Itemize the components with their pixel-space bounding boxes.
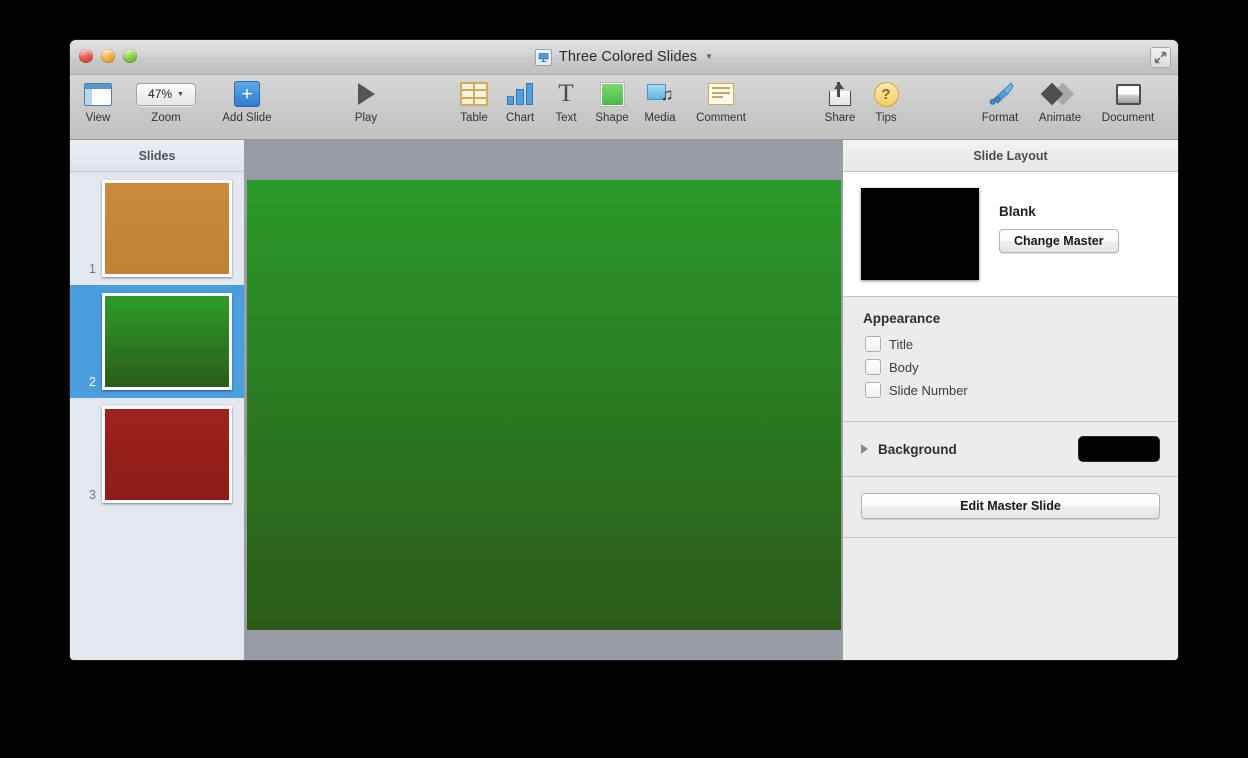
appearance-slide-number-row[interactable]: Slide Number xyxy=(865,382,1160,398)
bar-chart-icon xyxy=(507,79,533,109)
toolbar-tips-button[interactable]: ? Tips xyxy=(854,79,918,124)
zoom-window-button[interactable] xyxy=(123,49,137,63)
slide-list-item-1[interactable]: 1 xyxy=(70,172,244,285)
toolbar-zoom-control[interactable]: 47% ▼ Zoom xyxy=(134,79,198,124)
appearance-title-row[interactable]: Title xyxy=(865,336,1160,352)
fullscreen-button[interactable] xyxy=(1150,47,1171,68)
zoom-value: 47% xyxy=(148,87,173,101)
keynote-document-icon xyxy=(534,48,552,66)
close-window-button[interactable] xyxy=(79,49,93,63)
master-slide-section: Blank Change Master xyxy=(843,172,1178,297)
toolbar-animate-label: Animate xyxy=(1038,112,1082,124)
zoom-popup-button[interactable]: 47% ▼ xyxy=(136,82,196,106)
chevron-down-icon: ▼ xyxy=(177,90,184,98)
slide-number-1: 1 xyxy=(89,261,96,276)
slide-list-item-2[interactable]: 2 xyxy=(70,285,244,398)
slide-list-item-3[interactable]: 3 xyxy=(70,398,244,511)
toolbar-tips-label: Tips xyxy=(875,112,897,124)
toolbar-zoom-label: Zoom xyxy=(151,112,181,124)
master-info: Blank Change Master xyxy=(999,188,1160,253)
inspector-header: Slide Layout xyxy=(843,140,1178,172)
title-checkbox[interactable] xyxy=(865,336,881,352)
toolbar-comment-button[interactable]: Comment xyxy=(689,79,753,124)
toolbar-document-label: Document xyxy=(1101,112,1155,124)
appearance-body-row[interactable]: Body xyxy=(865,359,1160,375)
slide-layout-inspector: Slide Layout Blank Change Master Appeara… xyxy=(842,140,1178,660)
slide-navigator: Slides 1 2 3 xyxy=(70,140,245,660)
toolbar-play-label: Play xyxy=(354,112,378,124)
slide-number-checkbox-label: Slide Number xyxy=(889,382,968,398)
toolbar-media-label: Media xyxy=(644,112,676,124)
window-title-bar: Three Colored Slides ▼ xyxy=(70,40,1178,75)
toolbar-view-button[interactable]: View xyxy=(70,79,130,124)
window-title-group: Three Colored Slides ▼ xyxy=(70,40,1178,74)
traffic-light-group xyxy=(79,49,137,63)
background-label: Background xyxy=(878,441,957,457)
body-checkbox-label: Body xyxy=(889,359,919,375)
disclosure-triangle-icon[interactable] xyxy=(861,444,868,454)
paintbrush-format-icon xyxy=(987,79,1014,109)
add-slide-plus-icon: + xyxy=(234,79,260,109)
toolbar-add-slide-label: Add Slide xyxy=(222,112,272,124)
background-section[interactable]: Background xyxy=(843,422,1178,477)
appearance-heading: Appearance xyxy=(863,311,941,326)
toolbar-animate-button[interactable]: Animate xyxy=(1028,79,1092,124)
appearance-section: Appearance Title Body Slide Number xyxy=(843,297,1178,422)
two-diamonds-animate-icon xyxy=(1040,79,1076,109)
toolbar-share-label: Share xyxy=(824,112,856,124)
master-slide-thumbnail[interactable] xyxy=(861,188,979,280)
keynote-window: Three Colored Slides ▼ View 47% ▼ Zoom +… xyxy=(70,40,1178,660)
slide-thumbnail-2[interactable] xyxy=(102,293,232,390)
slide-number-2: 2 xyxy=(89,374,96,389)
minimize-window-button[interactable] xyxy=(101,49,115,63)
body-checkbox[interactable] xyxy=(865,359,881,375)
master-slide-name: Blank xyxy=(999,204,1036,219)
main-toolbar: View 47% ▼ Zoom + Add Slide Play Table C… xyxy=(70,75,1178,140)
toolbar-media-button[interactable]: ♫ Media xyxy=(628,79,692,124)
navigator-header: Slides xyxy=(70,140,244,172)
change-master-button[interactable]: Change Master xyxy=(999,229,1119,253)
comment-note-icon xyxy=(708,79,734,109)
title-chevron-down-icon[interactable]: ▼ xyxy=(705,53,713,61)
toolbar-table-label: Table xyxy=(460,112,488,124)
toolbar-comment-label: Comment xyxy=(696,112,746,124)
toolbar-view-label: View xyxy=(85,112,111,124)
toolbar-add-slide-button[interactable]: + Add Slide xyxy=(215,79,279,124)
green-square-shape-icon xyxy=(599,79,625,109)
view-layout-icon xyxy=(84,79,112,109)
text-t-icon: T xyxy=(558,80,574,107)
inspector-empty-area xyxy=(843,538,1178,660)
toolbar-format-label: Format xyxy=(981,112,1019,124)
table-grid-icon xyxy=(460,79,488,109)
toolbar-shape-label: Shape xyxy=(595,112,629,124)
current-slide-surface[interactable] xyxy=(247,180,841,630)
slide-number-checkbox[interactable] xyxy=(865,382,881,398)
zoom-popup-wrapper: 47% ▼ xyxy=(136,79,196,109)
window-title: Three Colored Slides xyxy=(558,49,698,65)
document-page-icon xyxy=(1115,79,1141,109)
toolbar-play-button[interactable]: Play xyxy=(334,79,398,124)
fullscreen-diagonal-arrows-icon xyxy=(1154,51,1167,64)
media-photo-note-icon: ♫ xyxy=(646,79,674,109)
window-body: Slides 1 2 3 Slide Layout Blank Change M… xyxy=(70,140,1178,660)
toolbar-document-button[interactable]: Document xyxy=(1096,79,1160,124)
toolbar-format-button[interactable]: Format xyxy=(968,79,1032,124)
slide-canvas[interactable] xyxy=(245,140,842,660)
slide-thumbnail-3[interactable] xyxy=(102,406,232,503)
edit-master-section: Edit Master Slide xyxy=(843,477,1178,538)
share-upload-icon xyxy=(829,79,851,109)
slide-list: 1 2 3 xyxy=(70,172,244,660)
question-mark-circle-icon: ? xyxy=(873,79,899,109)
toolbar-chart-label: Chart xyxy=(505,112,535,124)
play-triangle-icon xyxy=(357,79,375,109)
slide-thumbnail-1[interactable] xyxy=(102,180,232,277)
edit-master-slide-button[interactable]: Edit Master Slide xyxy=(861,493,1160,519)
background-color-well[interactable] xyxy=(1078,436,1160,462)
slide-number-3: 3 xyxy=(89,487,96,502)
toolbar-text-label: Text xyxy=(555,112,577,124)
title-checkbox-label: Title xyxy=(889,336,914,352)
